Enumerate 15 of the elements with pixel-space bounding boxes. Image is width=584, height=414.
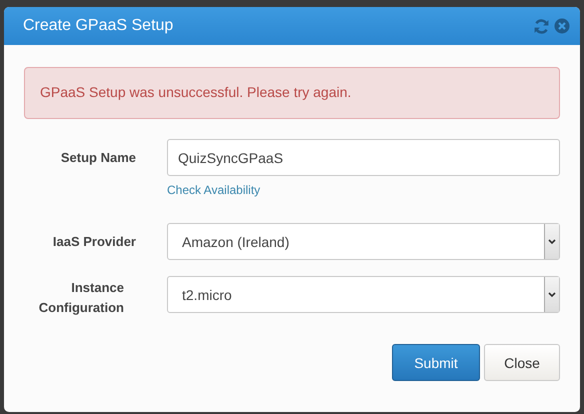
field-label: Setup Name [60, 149, 136, 167]
check-availability-link[interactable]: Check Availability [167, 183, 260, 197]
select-dropdown[interactable]: t2.micro [167, 276, 560, 313]
caret-icon [548, 238, 556, 244]
dialog-title: Create GPaaS Setup [23, 17, 174, 35]
select-dropdown[interactable]: Amazon (Ireland) [167, 223, 560, 260]
field-label: IaaS Provider [52, 233, 136, 251]
error-alert: GPaaS Setup was unsuccessful. Please try again. [24, 67, 560, 119]
submit-button[interactable]: Submit [392, 344, 480, 381]
close-icon[interactable] [554, 18, 570, 34]
caret-icon [548, 292, 556, 298]
close-button[interactable]: Close [484, 344, 560, 381]
refresh-icon[interactable] [533, 18, 550, 34]
text-field[interactable]: QuizSyncGPaaS [167, 139, 560, 176]
field-label: Instance Configuration [38, 279, 124, 317]
